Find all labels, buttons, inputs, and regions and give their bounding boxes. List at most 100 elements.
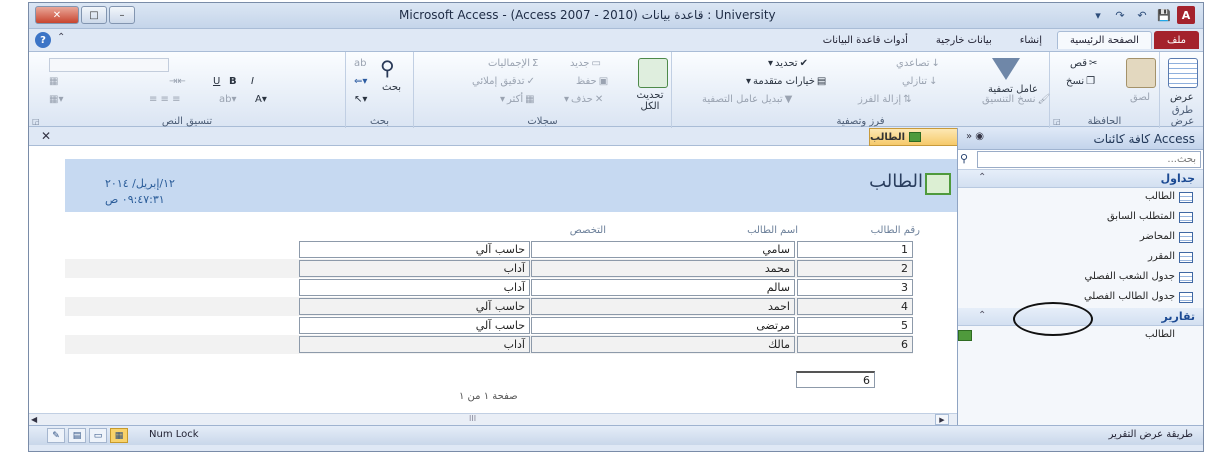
refresh-all-button[interactable]: تحديث الكل xyxy=(630,90,670,112)
design-view-icon[interactable]: ✎ xyxy=(47,428,65,443)
access-app-icon[interactable]: A xyxy=(1177,6,1195,24)
save-label: حفظ xyxy=(576,76,597,87)
totals-button[interactable]: الإجماليات Σ xyxy=(488,58,538,69)
cut-button[interactable]: قص ✂ xyxy=(1070,58,1097,69)
scroll-thumb[interactable]: III xyxy=(469,414,476,423)
redo-icon[interactable]: ↷ xyxy=(1111,6,1129,24)
nav-section-tables[interactable]: ⌃ جداول xyxy=(958,170,1203,188)
remove-sort-label: إزالة الفرز xyxy=(858,94,902,105)
selection-button[interactable]: ▾ تحديد ✔ xyxy=(768,58,808,69)
minimize-button[interactable]: – xyxy=(109,6,135,24)
replace-icon[interactable]: ab xyxy=(354,58,366,69)
tab-file[interactable]: ملف xyxy=(1153,31,1199,49)
ascending-label: تصاعدي xyxy=(896,58,930,69)
nav-search-input[interactable] xyxy=(977,151,1201,168)
help-icon[interactable]: ? xyxy=(35,32,51,48)
delete-record-button[interactable]: ▾ حذف ✕ xyxy=(564,94,603,105)
nav-table-label: المقرر xyxy=(1147,251,1175,262)
spelling-button[interactable]: تدقيق إملائي ✓ xyxy=(472,76,535,87)
dropdown-arrow-icon: ▾ xyxy=(768,58,774,69)
font-color-icon[interactable]: A▾ xyxy=(255,94,267,105)
nav-pane-header[interactable]: » ◉ كافة كائنات Access xyxy=(958,128,1203,150)
view-button[interactable]: عرض xyxy=(1170,92,1194,103)
filter-icon[interactable] xyxy=(992,58,1020,80)
horizontal-scrollbar[interactable]: ◀ III ▶ xyxy=(29,413,959,425)
scroll-right-icon[interactable]: ▶ xyxy=(935,414,949,425)
nav-pane-collapse-icon[interactable]: » ◉ xyxy=(966,131,984,142)
tab-create[interactable]: إنشاء xyxy=(1007,31,1055,49)
filter-button[interactable]: عامل تصفية xyxy=(988,84,1038,96)
binoculars-icon[interactable]: ⚲ xyxy=(380,56,395,80)
cell-name: محمد xyxy=(531,260,795,277)
refresh-icon[interactable] xyxy=(638,58,668,88)
cell-name: مرتضى xyxy=(531,317,795,334)
dropdown-arrow-icon: ▾ xyxy=(746,76,752,87)
table-icon xyxy=(1179,212,1193,223)
print-preview-icon[interactable]: ▭ xyxy=(89,428,107,443)
undo-icon[interactable]: ↶ xyxy=(1133,6,1151,24)
new-record-button[interactable]: جديد ▭ xyxy=(570,58,601,69)
view-switcher: ✎ ▤ ▭ ▦ xyxy=(47,428,128,443)
column-header-name: اسم الطالب xyxy=(747,225,798,236)
nav-table-item[interactable]: المحاضر xyxy=(958,228,1203,248)
group-text-formatting: B I U ⇥⇤ ▦ A▾ ab▾ ≡ ≡ ≡ ▦▾ ◲ تنسيق النص xyxy=(29,52,345,128)
report-view-icon[interactable]: ▦ xyxy=(110,428,128,443)
gridlines-icon[interactable]: ▦ xyxy=(49,76,58,87)
sort-ascending-button[interactable]: تصاعدي ↓ xyxy=(896,58,940,69)
document-tab-student[interactable]: الطالب xyxy=(869,128,959,146)
toggle-filter-button[interactable]: تبديل عامل التصفية ▼ xyxy=(702,94,792,105)
close-button[interactable]: ✕ xyxy=(35,6,79,24)
cell-name: سالم xyxy=(531,279,795,296)
remove-sort-button[interactable]: إزالة الفرز ⇅ xyxy=(858,94,912,105)
sort-descending-button[interactable]: تنازلي ↓ xyxy=(902,76,937,87)
tab-external-data[interactable]: بيانات خارجية xyxy=(923,31,1005,49)
italic-button[interactable]: I xyxy=(251,76,254,87)
cell-name: سامي xyxy=(531,241,795,258)
table-row: آداب سالم 3 xyxy=(65,278,913,297)
collapse-tables-icon[interactable]: ⌃ xyxy=(978,172,986,183)
more-button[interactable]: ▾ أكثر ▦ xyxy=(500,94,535,105)
save-record-button[interactable]: حفظ ▣ xyxy=(576,76,608,87)
delete-icon: ✕ xyxy=(594,94,604,105)
save-icon[interactable]: 💾 xyxy=(1155,6,1173,24)
window-title: Microsoft Access - (Access 2007 - 2010) … xyxy=(399,8,776,22)
bold-button[interactable]: B xyxy=(229,76,237,87)
align-icons[interactable]: ≡ ≡ ≡ xyxy=(149,94,181,105)
customize-qat-icon[interactable]: ▾ xyxy=(1089,6,1107,24)
tab-home[interactable]: الصفحة الرئيسية xyxy=(1056,31,1152,49)
nav-table-item[interactable]: الطالب xyxy=(958,188,1203,208)
nav-table-item[interactable]: جدول الشعب الفصلي xyxy=(958,268,1203,288)
collapse-reports-icon[interactable]: ⌃ xyxy=(978,310,986,321)
cell-id: 2 xyxy=(797,260,913,277)
group-find: ⚲ بحث ab ⇐▾ ↖▾ بحث xyxy=(345,52,413,128)
nav-table-item[interactable]: جدول الطالب الفصلي xyxy=(958,288,1203,308)
font-size-dropdown[interactable] xyxy=(49,58,169,72)
paste-icon[interactable] xyxy=(1126,58,1156,88)
scroll-left-icon[interactable]: ◀ xyxy=(31,415,37,424)
alt-row-color-icon[interactable]: ▦▾ xyxy=(49,94,63,105)
report-icon xyxy=(909,132,922,142)
minimize-ribbon-icon[interactable]: ⌃ xyxy=(57,32,65,43)
nav-table-item[interactable]: المقرر xyxy=(958,248,1203,268)
group-views: عرض طرق عرض xyxy=(1159,52,1203,128)
search-icon[interactable]: ⚲ xyxy=(960,152,968,165)
find-button[interactable]: بحث xyxy=(382,82,401,93)
layout-view-icon[interactable]: ▤ xyxy=(68,428,86,443)
tab-database-tools[interactable]: أدوات قاعدة البيانات xyxy=(810,31,921,49)
view-icon[interactable] xyxy=(1168,58,1198,88)
underline-button[interactable]: U xyxy=(213,76,220,87)
copy-button[interactable]: نسخ ❐ xyxy=(1066,76,1095,87)
spelling-icon: ✓ xyxy=(526,76,535,87)
indent-icon[interactable]: ⇥⇤ xyxy=(169,76,186,87)
status-view-label: طريقة عرض التقرير xyxy=(1108,429,1193,440)
select-icon[interactable]: ↖▾ xyxy=(354,94,367,105)
table-icon xyxy=(1179,292,1193,303)
advanced-button[interactable]: ▾ خيارات متقدمة ▤ xyxy=(746,76,826,87)
nav-table-item[interactable]: المتطلب السابق xyxy=(958,208,1203,228)
goto-icon[interactable]: ⇐▾ xyxy=(354,76,367,87)
paste-button[interactable]: لصق xyxy=(1130,92,1150,103)
close-document-icon[interactable]: ✕ xyxy=(41,129,51,143)
highlight-icon[interactable]: ab▾ xyxy=(219,94,237,105)
maximize-button[interactable]: □ xyxy=(81,6,107,24)
dropdown-arrow-icon: ▾ xyxy=(564,94,570,105)
